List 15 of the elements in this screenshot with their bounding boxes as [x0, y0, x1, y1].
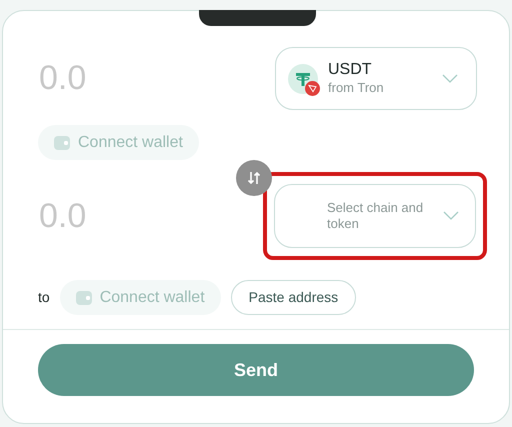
swap-arrows-icon	[247, 171, 261, 185]
selector-label: Select chain and token	[327, 200, 424, 232]
token-selector[interactable]: USDT from Tron	[275, 47, 477, 110]
chevron-down-icon	[442, 74, 458, 84]
to-label: to	[38, 288, 50, 307]
wallet-icon	[76, 290, 92, 304]
swap-direction-button[interactable]	[236, 160, 272, 196]
tether-icon	[288, 64, 318, 94]
chain-token-selector[interactable]: Select chain and token	[274, 184, 476, 248]
wallet-icon	[54, 136, 70, 150]
paste-address-button[interactable]: Paste address	[230, 280, 356, 315]
chevron-down-icon	[443, 211, 459, 221]
token-chain: from Tron	[328, 78, 384, 96]
token-symbol: USDT	[328, 60, 372, 78]
send-button[interactable]: Send	[38, 344, 474, 396]
